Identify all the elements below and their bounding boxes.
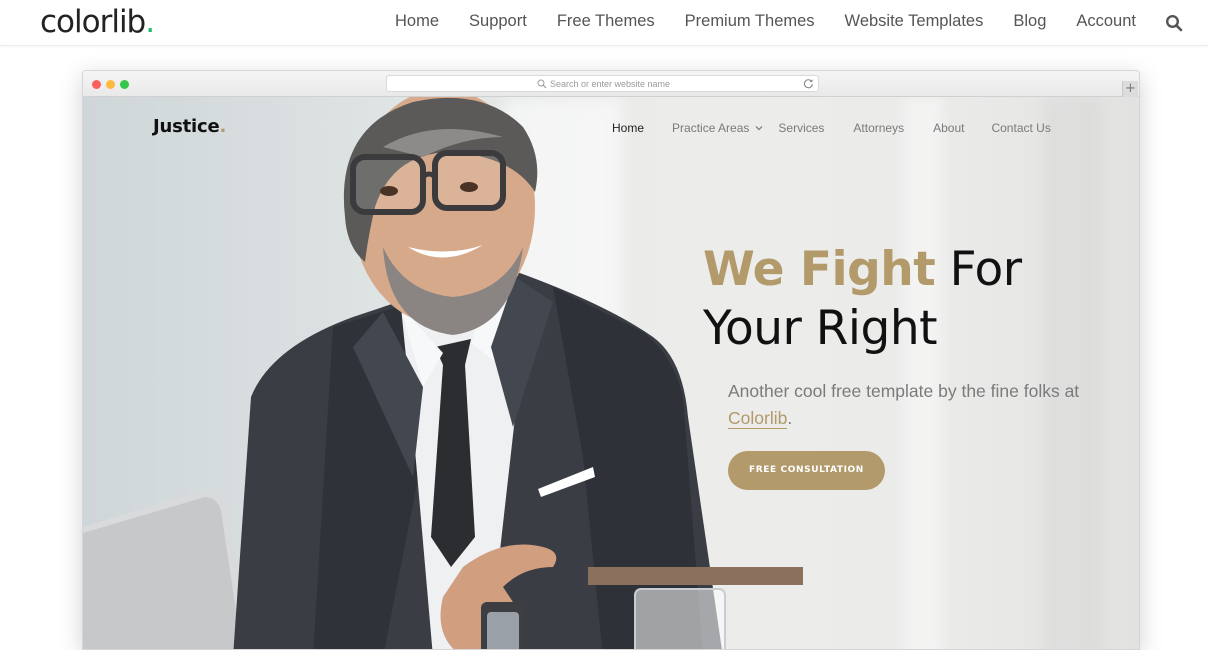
url-placeholder: Search or enter website name (550, 79, 671, 89)
browser-toolbar: Search or enter website name + (83, 71, 1139, 97)
nav-free-themes[interactable]: Free Themes (557, 12, 655, 31)
colorlib-nav: Home Support Free Themes Premium Themes … (395, 12, 1136, 31)
hero-subtitle: Another cool free template by the fine f… (728, 378, 1088, 432)
nav-website-templates[interactable]: Website Templates (845, 12, 984, 31)
nav-support[interactable]: Support (469, 12, 527, 31)
nav-premium-themes[interactable]: Premium Themes (685, 12, 815, 31)
colorlib-logo[interactable]: colorlib. (40, 4, 155, 40)
address-bar: Search or enter website name (386, 75, 819, 92)
site-nav-about[interactable]: About (933, 121, 964, 135)
headline-part-1: For (935, 242, 1022, 297)
reload-icon (803, 79, 813, 89)
justice-logo-text: Justice (153, 116, 220, 137)
site-nav-practice-areas[interactable]: Practice Areas (672, 121, 749, 135)
colorlib-logo-text: colorlib (40, 4, 146, 40)
headline-part-2: Your Right (703, 301, 938, 356)
attorney-photo (83, 97, 803, 649)
window-close-dot (92, 80, 101, 89)
site-nav-contact[interactable]: Contact Us (991, 121, 1050, 135)
browser-mockup: Search or enter website name + Justice. … (82, 70, 1140, 650)
chevron-down-icon[interactable] (755, 124, 763, 132)
site-nav-attorneys[interactable]: Attorneys (853, 121, 904, 135)
url-search-icon (537, 79, 547, 89)
justice-hero: Justice. Home Practice Areas Services At… (83, 97, 1139, 649)
headline-accent: We Fight (703, 242, 936, 297)
colorlib-logo-dot: . (145, 4, 155, 40)
background-window-light (903, 97, 943, 649)
colorlib-link[interactable]: Colorlib (728, 408, 788, 429)
hero-headline: We Fight For Your Right (703, 240, 1022, 358)
site-nav-services[interactable]: Services (778, 121, 824, 135)
background-window-shade (1043, 97, 1103, 649)
justice-logo[interactable]: Justice. (153, 116, 226, 137)
nav-account[interactable]: Account (1076, 12, 1136, 31)
nav-home[interactable]: Home (395, 12, 439, 31)
subtitle-text: Another cool free template by the fine f… (728, 381, 1080, 401)
free-consultation-button[interactable]: FREE CONSULTATION (728, 451, 885, 490)
window-minimize-dot (106, 80, 115, 89)
search-icon[interactable] (1165, 14, 1183, 32)
justice-logo-dot: . (219, 116, 227, 137)
new-tab-icon: + (1122, 81, 1138, 97)
colorlib-header: colorlib. Home Support Free Themes Premi… (0, 0, 1208, 46)
subtitle-end: . (787, 408, 793, 428)
site-nav-home[interactable]: Home (612, 121, 644, 135)
justice-nav: Home Practice Areas Services Attorneys A… (612, 121, 1051, 135)
nav-blog[interactable]: Blog (1013, 12, 1046, 31)
window-zoom-dot (120, 80, 129, 89)
